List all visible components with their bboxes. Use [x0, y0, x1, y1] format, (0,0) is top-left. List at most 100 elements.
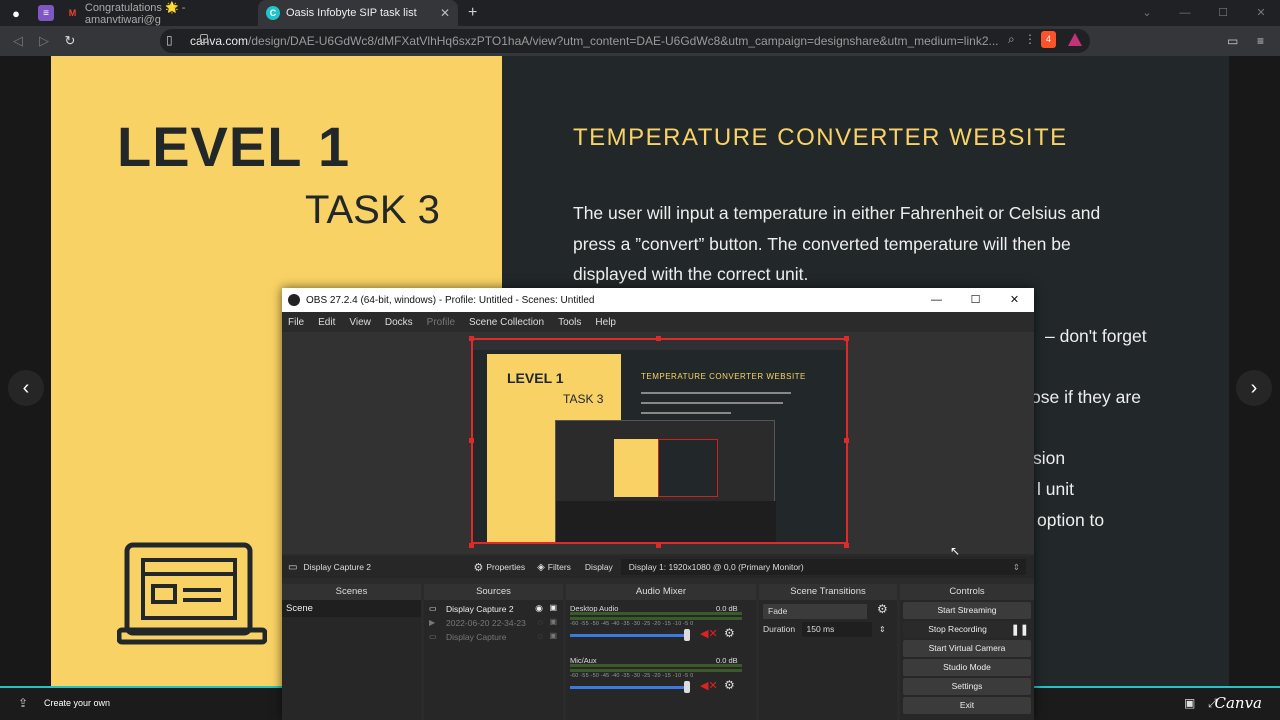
visibility-icon[interactable]: ◉ [535, 603, 543, 614]
tab-search-icon[interactable]: ≡ [38, 5, 54, 21]
menu-tools[interactable]: Tools [558, 317, 581, 328]
exit-button[interactable]: Exit [903, 697, 1031, 714]
sources-dock: Sources ▭ Display Capture 2 ◉ ▣ ▶ 2022-0… [424, 584, 563, 720]
canva-logo[interactable]: Canva [1215, 694, 1263, 712]
close-window-icon[interactable]: ✕ [1242, 0, 1280, 26]
minimize-icon[interactable]: — [917, 288, 956, 312]
forward-icon[interactable]: ▷ [31, 33, 57, 49]
maximize-icon[interactable]: ☐ [1204, 0, 1242, 26]
menu-edit[interactable]: Edit [318, 317, 335, 328]
studio-mode-button[interactable]: Studio Mode [903, 659, 1031, 676]
duration-row: Duration 150 ms ⇕ [759, 622, 897, 640]
resize-handle[interactable] [844, 438, 849, 443]
slide-text-fragment: sion [1033, 448, 1066, 468]
brave-rewards-icon[interactable] [1068, 33, 1082, 46]
settings-button[interactable]: Settings [903, 678, 1031, 695]
menu-profile[interactable]: Profile [427, 317, 455, 328]
stop-recording-button[interactable]: Stop Recording [903, 621, 1012, 638]
menu-help[interactable]: Help [595, 317, 616, 328]
github-icon[interactable]: ● [0, 0, 32, 26]
resize-handle[interactable] [469, 543, 474, 548]
laptop-icon [117, 542, 267, 645]
display-capture-preview[interactable]: LEVEL 1 TASK 3 TEMPERATURE CONVERTER WEB… [471, 338, 848, 544]
browser-tab-bar: ● ≡ M Congratulations 🌟 - amanvtiwari@g … [0, 0, 1280, 26]
visibility-off-icon[interactable]: ◌ [538, 617, 543, 627]
level-meter [570, 664, 742, 667]
tab-list-icon[interactable]: ⌄ [1128, 0, 1166, 26]
back-icon[interactable]: ◁ [5, 33, 31, 49]
url-field[interactable]: canva.com /design/DAE-U6GdWc8/dMFXatVlhH… [160, 29, 1090, 53]
lock-icon[interactable]: ▣ [549, 631, 557, 640]
maximize-icon[interactable]: ☐ [956, 288, 995, 312]
properties-button[interactable]: Properties [486, 562, 525, 572]
menu-view[interactable]: View [349, 317, 371, 328]
gear-icon[interactable]: ⚙ [724, 678, 735, 692]
prev-slide-button[interactable]: ‹ [8, 370, 44, 406]
close-tab-icon[interactable]: ✕ [440, 6, 450, 20]
next-slide-button[interactable]: › [1236, 370, 1272, 406]
resize-handle[interactable] [469, 438, 474, 443]
audio-mixer-header: Audio Mixer [566, 584, 756, 600]
present-icon[interactable]: ▣ [1184, 696, 1195, 710]
slide-text-fragment: – don't forget [1045, 326, 1147, 346]
meter-scale: -60 -55 -50 -45 -40 -35 -30 -25 -20 -15 … [570, 673, 694, 679]
stepper-icon[interactable]: ⇕ [879, 622, 886, 637]
volume-slider[interactable] [570, 634, 688, 637]
level-meter [570, 617, 742, 620]
mixer-channel-mic: Mic/Aux 0.0 dB -60 -55 -50 -45 -40 -35 -… [566, 652, 756, 704]
tab-label: Congratulations 🌟 - amanvtiwari@g [84, 1, 186, 26]
selected-source-label: Display Capture 2 [303, 562, 372, 572]
resize-handle[interactable] [844, 336, 849, 341]
gear-icon[interactable]: ⚙ [724, 626, 735, 640]
brave-shields-icon[interactable]: 4 [1041, 31, 1056, 48]
resize-handle[interactable] [844, 543, 849, 548]
monitor-icon: ▭ [429, 632, 437, 641]
menu-scene-collection[interactable]: Scene Collection [469, 317, 544, 328]
share-icon[interactable]: ⇪ [18, 696, 28, 710]
zoom-icon[interactable]: ⌕ [1008, 32, 1015, 47]
close-icon[interactable]: ✕ [995, 288, 1034, 312]
start-streaming-button[interactable]: Start Streaming [903, 602, 1031, 619]
tab-gmail[interactable]: M Congratulations 🌟 - amanvtiwari@g [58, 0, 258, 26]
source-label: Display Capture 2 [446, 604, 514, 614]
reload-icon[interactable]: ↻ [57, 33, 83, 49]
resize-handle[interactable] [656, 336, 661, 341]
bookmark-icon[interactable]: ▯ [166, 33, 173, 47]
filters-icon: ◈ [537, 561, 545, 573]
obs-menu-bar: File Edit View Docks Profile Scene Colle… [282, 312, 1034, 332]
wallet-icon[interactable]: ▭ [1227, 34, 1238, 48]
volume-knob[interactable] [684, 681, 690, 693]
source-item[interactable]: ▭ Display Capture ◌ ▣ [424, 630, 563, 644]
transition-row: Fade ⚙ [759, 600, 897, 622]
resize-handle[interactable] [469, 336, 474, 341]
menu-file[interactable]: File [288, 317, 304, 328]
create-your-own-button[interactable]: Create your own [44, 698, 110, 708]
display-select[interactable]: Display 1: 1920x1080 @ 0,0 (Primary Moni… [620, 559, 1026, 575]
minimize-icon[interactable]: — [1166, 0, 1204, 26]
duration-input[interactable]: 150 ms [801, 622, 872, 637]
slide-body: The user will input a temperature in eit… [573, 203, 1101, 285]
volume-slider[interactable] [570, 686, 688, 689]
start-virtual-camera-button[interactable]: Start Virtual Camera [903, 640, 1031, 657]
lock-icon[interactable]: ▣ [549, 617, 557, 626]
captured-browser-bar [473, 340, 846, 350]
scene-item[interactable]: Scene [282, 600, 421, 617]
transition-select[interactable]: Fade [763, 604, 867, 619]
source-label: 2022-06-20 22-34-23 [446, 618, 526, 628]
source-item[interactable]: ▶ 2022-06-20 22-34-23 ◌ ▣ [424, 616, 563, 630]
source-item[interactable]: ▭ Display Capture 2 ◉ ▣ [424, 602, 563, 616]
mute-icon[interactable]: ◀✕ [700, 679, 718, 692]
lock-icon[interactable]: ▣ [549, 603, 557, 612]
share-icon[interactable]: ⋮ [1024, 32, 1036, 46]
visibility-off-icon[interactable]: ◌ [538, 631, 543, 641]
menu-icon[interactable]: ≡ [1257, 34, 1264, 48]
mute-icon[interactable]: ◀✕ [700, 627, 718, 640]
gear-icon[interactable]: ⚙ [877, 602, 888, 616]
resize-handle[interactable] [656, 543, 661, 548]
pause-icon[interactable]: ❚❚ [1011, 623, 1029, 636]
volume-knob[interactable] [684, 629, 690, 641]
menu-docks[interactable]: Docks [385, 317, 413, 328]
new-tab-button[interactable]: + [468, 4, 477, 22]
filters-button[interactable]: Filters [548, 562, 571, 572]
tab-canva[interactable]: C Oasis Infobyte SIP task list ✕ [258, 0, 458, 26]
